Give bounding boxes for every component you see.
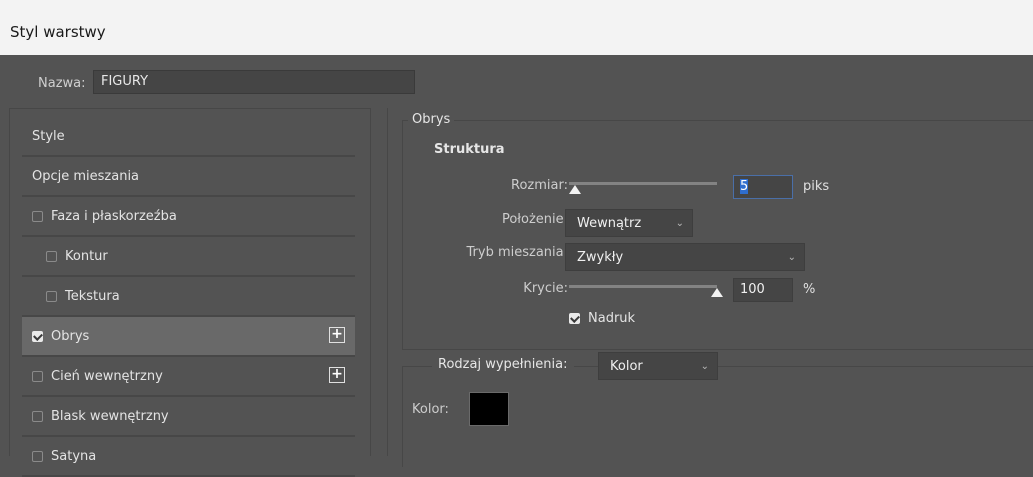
chevron-down-icon: ⌄ <box>787 252 796 263</box>
sidebar-item-label: Satyna <box>51 448 97 464</box>
plus-icon[interactable]: + <box>329 327 345 343</box>
checkbox-icon[interactable] <box>46 250 57 262</box>
checkbox-icon[interactable] <box>32 370 43 382</box>
sidebar-item-label: Cień wewnętrzny <box>51 368 163 384</box>
chevron-down-icon: ⌄ <box>675 218 684 229</box>
sidebar-item-style[interactable]: Style <box>22 117 355 157</box>
sidebar-item-label: Opcje mieszania <box>32 168 140 184</box>
blend-mode-select[interactable]: Zwykły ⌄ <box>565 243 805 271</box>
overprint-label: Nadruk <box>588 311 636 326</box>
opacity-unit: % <box>803 282 816 297</box>
fill-type-value: Kolor <box>610 359 643 374</box>
checkbox-checked-icon[interactable] <box>32 330 43 342</box>
sidebar-item-opcje-mieszania[interactable]: Opcje mieszania <box>22 157 355 197</box>
position-label: Położenie: <box>501 212 568 227</box>
sidebar-item-label: Style <box>32 128 65 144</box>
name-input[interactable]: FIGURY <box>93 70 415 94</box>
structure-title: Struktura <box>430 142 509 157</box>
color-swatch[interactable] <box>469 392 509 426</box>
fill-type-label: Rodzaj wypełnienia: <box>432 357 574 372</box>
plus-icon[interactable]: + <box>329 367 345 383</box>
size-slider-knob[interactable] <box>568 185 581 194</box>
opacity-slider-knob[interactable] <box>711 288 723 297</box>
color-label: Kolor: <box>412 402 449 417</box>
overprint-checkbox[interactable]: Nadruk <box>569 311 635 326</box>
styles-list: Style Opcje mieszania Faza i płaskorzeźba K… <box>22 117 355 477</box>
size-slider-track[interactable] <box>569 182 717 185</box>
checkbox-icon[interactable] <box>32 410 43 422</box>
sidebar-item-satyna[interactable]: Satyna <box>22 437 355 477</box>
position-select[interactable]: Wewnątrz ⌄ <box>565 209 693 237</box>
stroke-section-title: Obrys <box>408 112 455 127</box>
position-value: Wewnątrz <box>577 216 642 231</box>
checkbox-icon[interactable] <box>32 210 43 222</box>
stroke-panel: Obrys Struktura Rozmiar: 5 piks Położeni… <box>387 108 1033 467</box>
checkbox-checked-icon[interactable] <box>569 313 580 324</box>
blend-mode-value: Zwykły <box>577 250 624 265</box>
sidebar-item-label: Tekstura <box>65 288 120 304</box>
sidebar-item-label: Obrys <box>51 328 90 344</box>
sidebar-item-blask-wewnętrzny[interactable]: Blask wewnętrzny <box>22 397 355 437</box>
size-label: Rozmiar: <box>511 178 568 193</box>
opacity-slider-track[interactable] <box>569 285 717 288</box>
opacity-input[interactable]: 100 <box>733 278 793 302</box>
sidebar-item-label: Kontur <box>65 248 108 264</box>
fill-type-select[interactable]: Kolor ⌄ <box>598 352 718 380</box>
sidebar-item-cień-wewnętrzny[interactable]: Cień wewnętrzny + <box>22 357 355 397</box>
checkbox-icon[interactable] <box>46 290 57 302</box>
size-value: 5 <box>740 179 749 194</box>
sidebar-item-faza-i-płaskorzeźba[interactable]: Faza i płaskorzeźba <box>22 197 355 237</box>
styles-sidebar: Style Opcje mieszania Faza i płaskorzeźba K… <box>9 108 371 477</box>
chevron-down-icon: ⌄ <box>700 361 709 372</box>
sidebar-item-tekstura[interactable]: Tekstura <box>22 277 355 317</box>
checkbox-icon[interactable] <box>32 450 43 462</box>
sidebar-item-label: Blask wewnętrzny <box>51 408 169 424</box>
sidebar-item-obrys[interactable]: Obrys + <box>22 317 355 357</box>
size-input[interactable]: 5 <box>733 175 793 199</box>
name-label: Nazwa: <box>38 76 86 91</box>
sidebar-item-kontur[interactable]: Kontur <box>22 237 355 277</box>
sidebar-item-label: Faza i płaskorzeźba <box>51 208 177 224</box>
opacity-label: Krycie: <box>523 281 568 296</box>
window-title: Styl warstwy <box>0 0 1033 55</box>
size-unit: piks <box>803 179 830 194</box>
blend-mode-label: Tryb mieszania: <box>466 245 569 260</box>
